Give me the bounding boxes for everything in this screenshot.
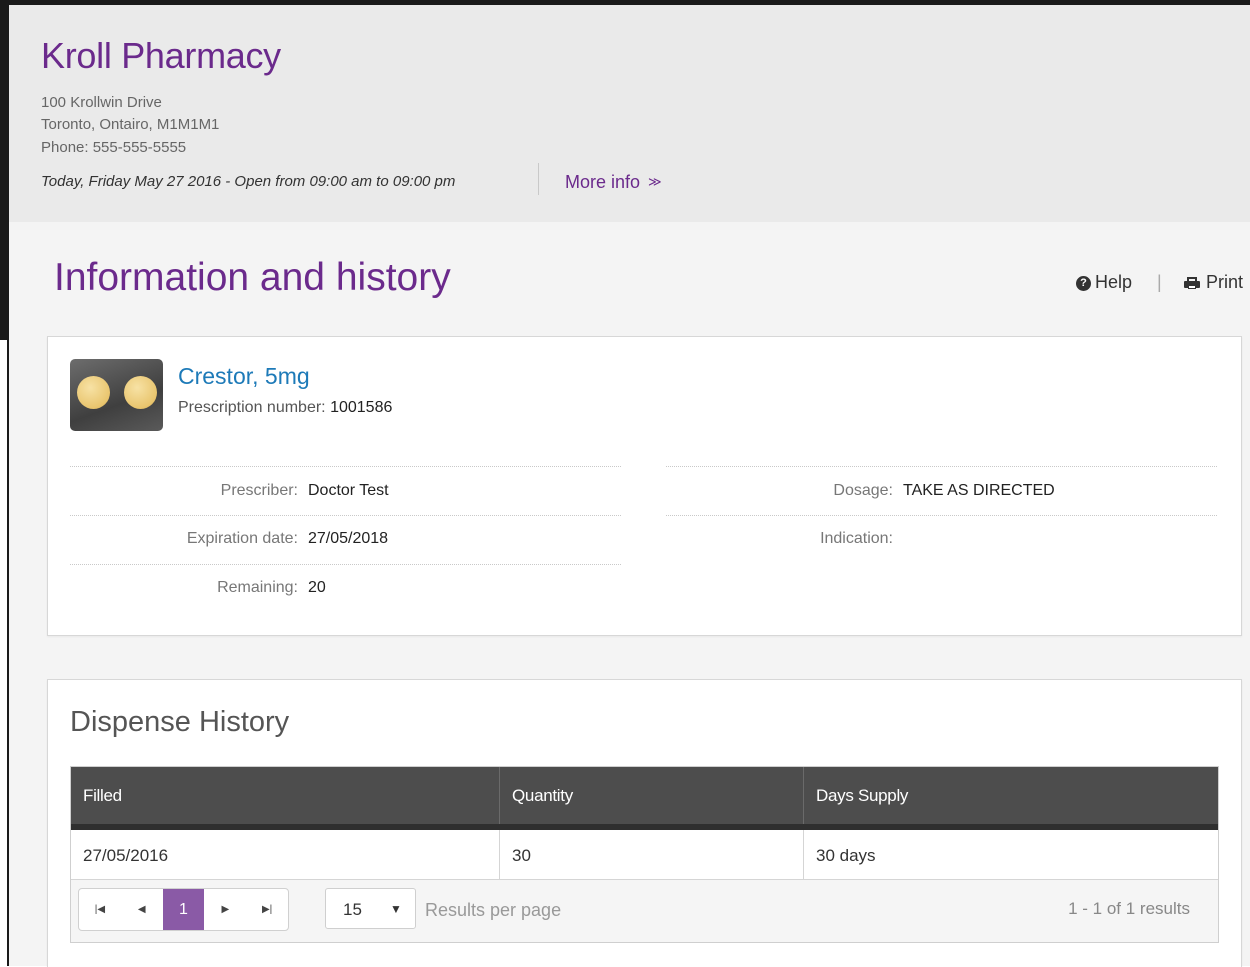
more-info-link[interactable]: More info ≫ xyxy=(565,172,662,193)
double-chevron-down-icon: ≫ xyxy=(648,174,662,189)
store-hours: Today, Friday May 27 2016 - Open from 09… xyxy=(41,173,456,190)
dropdown-arrow-icon: ▼ xyxy=(390,902,402,916)
divider xyxy=(70,564,621,565)
printer-icon xyxy=(1184,277,1200,289)
help-link[interactable]: ? Help xyxy=(1076,272,1132,293)
expiration-date-value: 27/05/2018 xyxy=(308,530,389,547)
dosage-value: TAKE AS DIRECTED xyxy=(903,482,1055,499)
medication-image xyxy=(70,359,163,431)
pager: |◀ ◀ 1 ▶ ▶| 15 ▼ Results per page 1 - 1 … xyxy=(71,880,1218,942)
dosage-label: Dosage: xyxy=(833,482,893,499)
cell-filled: 27/05/2016 xyxy=(83,846,169,865)
store-address-line2: Toronto, Ontairo, M1M1M1 xyxy=(41,116,220,133)
table-row: 27/05/2016 30 30 days xyxy=(71,830,1218,880)
results-summary: 1 - 1 of 1 results xyxy=(1068,899,1190,918)
pager-buttons: |◀ ◀ 1 ▶ ▶| xyxy=(78,888,289,931)
store-header: Kroll Pharmacy 100 Krollwin Drive Toront… xyxy=(9,5,1250,222)
store-phone: Phone: 555-555-5555 xyxy=(41,139,187,156)
results-per-page-label: Results per page xyxy=(425,900,562,920)
pill-icon xyxy=(77,376,110,409)
pill-icon xyxy=(124,376,157,409)
print-link[interactable]: Print xyxy=(1184,272,1243,293)
help-icon: ? xyxy=(1076,276,1091,291)
indication-label: Indication: xyxy=(820,530,893,547)
column-header-quantity[interactable]: Quantity xyxy=(499,767,803,824)
previous-page-button[interactable]: ◀ xyxy=(121,889,163,930)
divider xyxy=(70,515,621,516)
print-label: Print xyxy=(1206,272,1244,292)
table-header: Filled Quantity Days Supply xyxy=(71,767,1218,830)
remaining-value: 20 xyxy=(308,579,326,596)
window-left-border xyxy=(0,0,9,340)
column-header-filled[interactable]: Filled xyxy=(71,767,499,824)
drug-name-link[interactable]: Crestor, 5mg xyxy=(178,363,310,390)
cell-days-supply: 30 days xyxy=(803,830,1218,879)
more-info-label: More info xyxy=(565,172,641,192)
dispense-history-card: Dispense History Filled Quantity Days Su… xyxy=(47,679,1242,967)
cell-quantity: 30 xyxy=(499,830,803,879)
first-page-button[interactable]: |◀ xyxy=(79,889,121,930)
divider xyxy=(70,466,621,467)
dispense-history-table: Filled Quantity Days Supply 27/05/2016 3… xyxy=(70,766,1219,943)
divider xyxy=(666,466,1217,467)
divider xyxy=(666,515,1217,516)
store-address-line1: 100 Krollwin Drive xyxy=(41,94,162,111)
header-divider xyxy=(538,163,539,195)
prescription-number-value: 1001586 xyxy=(330,399,393,416)
prescription-number-label: Prescription number: xyxy=(178,399,326,416)
store-name: Kroll Pharmacy xyxy=(41,35,281,76)
remaining-label: Remaining: xyxy=(217,579,298,596)
expiration-date-label: Expiration date: xyxy=(186,530,298,547)
page-size-select[interactable]: 15 ▼ xyxy=(325,888,416,929)
column-header-days-supply[interactable]: Days Supply xyxy=(803,767,1218,824)
last-page-button[interactable]: ▶| xyxy=(246,889,288,930)
help-label: Help xyxy=(1095,272,1133,292)
dispense-history-title: Dispense History xyxy=(70,706,290,738)
next-page-button[interactable]: ▶ xyxy=(204,889,246,930)
current-page-button[interactable]: 1 xyxy=(162,889,205,930)
toolbar-separator: | xyxy=(1157,272,1162,292)
prescription-number-line: Prescription number: 1001586 xyxy=(178,399,392,417)
page-title: Information and history xyxy=(54,256,451,299)
prescriber-label: Prescriber: xyxy=(220,482,298,499)
prescriber-value: Doctor Test xyxy=(308,482,389,499)
page-size-value: 15 xyxy=(343,900,362,919)
prescription-card: Crestor, 5mg Prescription number: 100158… xyxy=(47,336,1242,636)
